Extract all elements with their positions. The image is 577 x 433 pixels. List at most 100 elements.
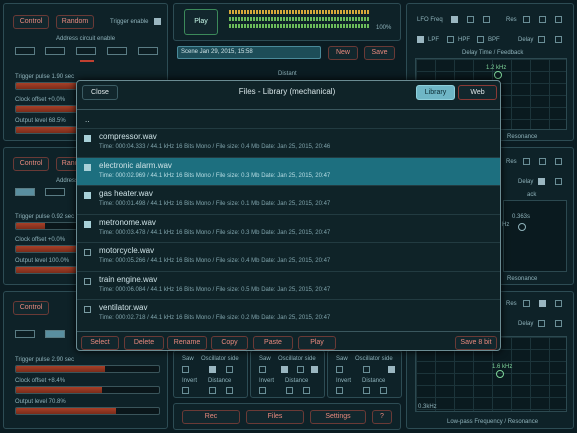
file-checkbox[interactable] xyxy=(84,135,91,142)
osc-side-checkbox[interactable] xyxy=(209,366,216,373)
select-button[interactable]: Select xyxy=(81,336,119,350)
invert-checkbox[interactable] xyxy=(259,387,266,394)
osc-side-checkbox[interactable] xyxy=(388,366,395,373)
distance-checkbox[interactable] xyxy=(380,387,387,394)
option-checkbox[interactable] xyxy=(555,158,562,165)
level-meter xyxy=(229,10,369,14)
bpf-checkbox[interactable] xyxy=(477,36,484,43)
saw-checkbox[interactable] xyxy=(336,366,343,373)
file-row[interactable]: electronic alarm.wav Time: 000:02.969 / 4… xyxy=(77,156,500,186)
file-row[interactable]: motorcycle.wav Time: 000:05.266 / 44.1 kH… xyxy=(77,242,500,271)
saw-label: Saw xyxy=(259,356,271,362)
files-button[interactable]: Files xyxy=(246,410,304,424)
clock-offset-slider[interactable] xyxy=(15,386,160,394)
option-checkbox[interactable] xyxy=(483,16,490,23)
option-checkbox[interactable] xyxy=(539,300,546,307)
address-box[interactable] xyxy=(15,330,35,338)
res-checkbox[interactable] xyxy=(523,158,530,165)
osc-side-checkbox[interactable] xyxy=(311,366,318,373)
option-checkbox[interactable] xyxy=(539,16,546,23)
distance-checkbox[interactable] xyxy=(363,387,370,394)
option-checkbox[interactable] xyxy=(555,320,562,327)
file-row[interactable]: ventilator.wav Time: 000:02.718 / 44.1 kH… xyxy=(77,299,500,328)
file-row[interactable]: metronome.wav Time: 000:03.478 / 44.1 kHz… xyxy=(77,213,500,243)
option-checkbox[interactable] xyxy=(555,36,562,43)
play-button[interactable]: Play xyxy=(184,9,218,35)
xy-marker[interactable] xyxy=(518,223,526,231)
distance-checkbox[interactable] xyxy=(303,387,310,394)
option-checkbox[interactable] xyxy=(539,158,546,165)
address-box[interactable] xyxy=(76,47,96,55)
output-level-label: Output level 68.5% xyxy=(15,118,66,124)
res-label: Res xyxy=(506,159,517,165)
save-8bit-button[interactable]: Save 8 bit xyxy=(455,336,497,350)
file-checkbox[interactable] xyxy=(84,306,91,313)
file-info: Time: 000:04.333 / 44.1 kHz 16 Bits Mono… xyxy=(99,144,331,150)
paste-button[interactable]: Paste xyxy=(253,336,293,350)
xy-marker[interactable] xyxy=(494,71,502,79)
graph-title: Delay Time / Feedback xyxy=(462,50,524,56)
trigger-enable-checkbox[interactable] xyxy=(154,18,161,25)
delay-checkbox[interactable] xyxy=(538,36,545,43)
scene-input[interactable]: Scene Jan 29, 2015, 15:58 xyxy=(177,46,321,59)
delay-checkbox[interactable] xyxy=(538,178,545,185)
file-checkbox[interactable] xyxy=(84,220,91,228)
osc-side-checkbox[interactable] xyxy=(281,366,288,373)
help-button[interactable]: ? xyxy=(372,410,392,424)
address-box[interactable] xyxy=(45,47,65,55)
saw-checkbox[interactable] xyxy=(182,366,189,373)
lpf-checkbox[interactable] xyxy=(417,36,424,43)
address-box[interactable] xyxy=(138,47,158,55)
web-tab[interactable]: Web xyxy=(458,85,497,100)
trigger-pulse-slider[interactable] xyxy=(15,365,160,373)
settings-button[interactable]: Settings xyxy=(310,410,366,424)
distance-checkbox[interactable] xyxy=(226,387,233,394)
file-row[interactable]: compressor.wav Time: 000:04.333 / 44.1 kH… xyxy=(77,128,500,157)
xy-pad[interactable]: 0.363s xyxy=(503,200,567,272)
option-checkbox[interactable] xyxy=(555,178,562,185)
new-button[interactable]: New xyxy=(328,46,358,60)
file-checkbox[interactable] xyxy=(84,192,91,199)
invert-checkbox[interactable] xyxy=(336,387,343,394)
saw-checkbox[interactable] xyxy=(259,366,266,373)
file-checkbox[interactable] xyxy=(84,277,91,285)
address-box[interactable] xyxy=(45,188,65,196)
osc-side-checkbox[interactable] xyxy=(297,366,304,373)
control-button[interactable]: Control xyxy=(13,301,49,315)
address-box[interactable] xyxy=(15,188,35,196)
distance-checkbox[interactable] xyxy=(209,387,216,394)
rec-button[interactable]: Rec xyxy=(182,410,240,424)
invert-checkbox[interactable] xyxy=(182,387,189,394)
save-button[interactable]: Save xyxy=(364,46,395,60)
delay-checkbox[interactable] xyxy=(538,320,545,327)
lfo-freq-checkbox[interactable] xyxy=(451,16,458,23)
rename-button[interactable]: Rename xyxy=(167,336,207,350)
distance-checkbox[interactable] xyxy=(286,387,293,394)
file-checkbox[interactable] xyxy=(84,249,91,256)
library-tab[interactable]: Library xyxy=(416,85,455,100)
control-button[interactable]: Control xyxy=(13,157,49,171)
control-button[interactable]: Control xyxy=(13,15,49,29)
play-file-button[interactable]: Play xyxy=(298,336,336,350)
option-checkbox[interactable] xyxy=(555,16,562,23)
address-box[interactable] xyxy=(107,47,127,55)
random-button[interactable]: Random xyxy=(56,15,94,29)
address-box[interactable] xyxy=(15,47,35,55)
option-checkbox[interactable] xyxy=(467,16,474,23)
delete-button[interactable]: Delete xyxy=(124,336,164,350)
res-checkbox[interactable] xyxy=(523,300,530,307)
output-level-slider[interactable] xyxy=(15,407,160,415)
close-button[interactable]: Close xyxy=(82,85,118,100)
parent-directory[interactable]: .. xyxy=(85,115,89,124)
xy-marker[interactable] xyxy=(496,370,504,378)
option-checkbox[interactable] xyxy=(555,300,562,307)
address-box[interactable] xyxy=(45,330,65,338)
osc-side-checkbox[interactable] xyxy=(363,366,370,373)
copy-button[interactable]: Copy xyxy=(211,336,248,350)
hpf-checkbox[interactable] xyxy=(447,36,454,43)
file-checkbox[interactable] xyxy=(84,163,91,171)
osc-side-checkbox[interactable] xyxy=(226,366,233,373)
file-row[interactable]: train engine.wav Time: 000:06.084 / 44.1 … xyxy=(77,270,500,300)
res-checkbox[interactable] xyxy=(523,16,530,23)
file-row[interactable]: gas heater.wav Time: 000:01.498 / 44.1 kH… xyxy=(77,185,500,214)
